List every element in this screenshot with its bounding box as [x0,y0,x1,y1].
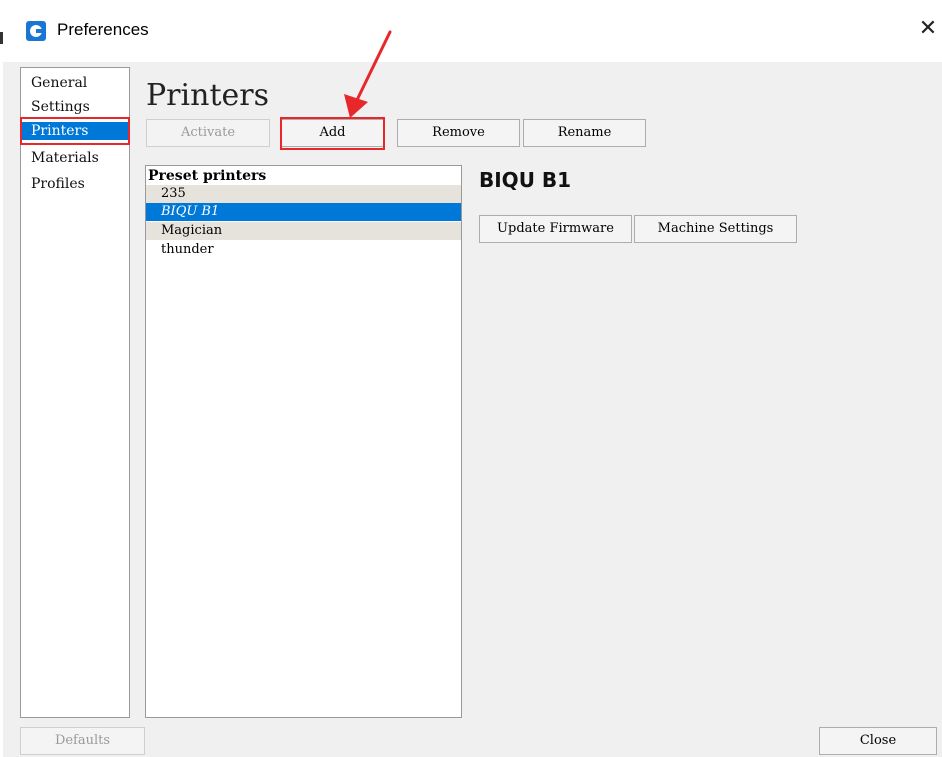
printer-list-item-235[interactable]: 235 [146,185,461,203]
window-edge-mark [0,32,3,44]
printer-list-item-thunder[interactable]: thunder [146,241,461,259]
close-icon[interactable]: ✕ [916,17,940,41]
app-logo-icon [26,21,46,41]
defaults-button[interactable]: Defaults [20,727,145,755]
selected-printer-name: BIQU B1 [479,168,572,192]
dialog-content [3,62,942,757]
sidebar-item-printers[interactable]: Printers [21,122,129,140]
machine-settings-button[interactable]: Machine Settings [634,215,797,243]
window-title-bar: Preferences ✕ [0,0,942,62]
close-button[interactable]: Close [819,727,937,755]
window-title: Preferences [57,20,149,39]
printer-list-item-biqu-b1[interactable]: BIQU B1 [146,203,461,221]
sidebar-item-general[interactable]: General [31,74,87,92]
remove-button[interactable]: Remove [397,119,520,147]
preferences-nav-list: General Settings Printers Materials Prof… [20,67,130,718]
printer-list: Preset printers 235 BIQU B1 Magician thu… [145,165,462,718]
sidebar-item-profiles[interactable]: Profiles [31,175,85,193]
update-firmware-button[interactable]: Update Firmware [479,215,632,243]
sidebar-item-settings[interactable]: Settings [31,98,90,116]
printer-list-header: Preset printers [148,168,267,184]
activate-button[interactable]: Activate [146,119,270,147]
printer-list-item-magician[interactable]: Magician [146,222,461,240]
page-title: Printers [146,78,269,113]
sidebar-item-materials[interactable]: Materials [31,149,99,167]
add-button[interactable]: Add [280,119,385,147]
rename-button[interactable]: Rename [523,119,646,147]
